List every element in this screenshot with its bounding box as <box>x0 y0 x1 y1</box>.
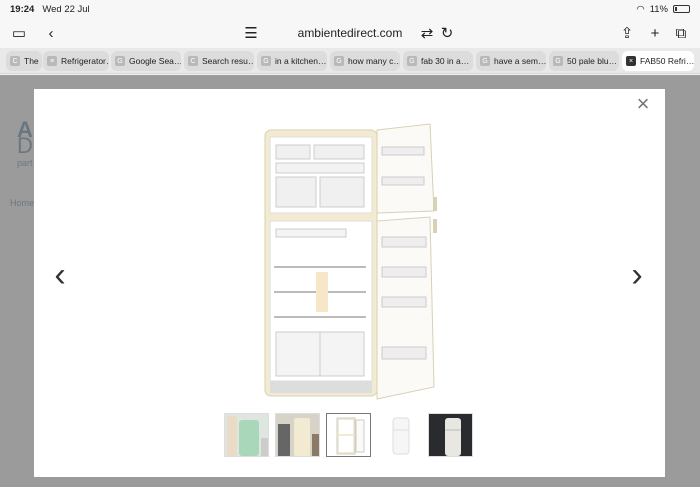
favicon-icon: G <box>480 56 490 66</box>
favicon-icon: G <box>261 56 271 66</box>
fridge-illustration <box>264 123 437 400</box>
new-tab-icon[interactable]: + <box>644 23 666 43</box>
tab-item[interactable]: C Search resu… <box>184 51 254 71</box>
tab-item[interactable]: Ghave a sem… <box>476 51 546 71</box>
product-image <box>262 117 442 402</box>
close-tab-icon[interactable]: × <box>626 56 636 66</box>
status-time: 19:24 <box>10 3 35 15</box>
thumbnail-open-fridge[interactable] <box>326 413 371 457</box>
favicon-icon: G <box>115 56 125 66</box>
thumbnail-white-fridge[interactable] <box>377 413 422 457</box>
thumbnail-dark-kitchen[interactable] <box>428 413 473 457</box>
wifi-icon: ◠ <box>636 3 645 15</box>
tab-label: FAB50 Refri… <box>640 56 694 66</box>
tab-item[interactable]: Gfab 30 in a… <box>403 51 473 71</box>
tab-item[interactable]: Gin a kitchen… <box>257 51 327 71</box>
back-icon[interactable]: ‹ <box>40 23 62 43</box>
favicon-icon: G <box>334 56 344 66</box>
thumbnail-image <box>276 414 319 456</box>
tab-item[interactable]: Ghow many c… <box>330 51 400 71</box>
favicon-icon: C <box>188 56 198 66</box>
tabs-overview-icon[interactable]: ⧉ <box>670 23 692 43</box>
tab-item[interactable]: G Google Sea… <box>111 51 181 71</box>
tab-label: The <box>24 56 39 66</box>
tab-label: in a kitchen… <box>275 56 327 66</box>
tab-label: have a sem… <box>494 56 546 66</box>
thumbnail-strip <box>224 413 473 458</box>
tab-item-active[interactable]: × FAB50 Refri… <box>622 51 694 71</box>
tab-label: Search resu… <box>202 56 254 66</box>
thumbnail-kitchen-mint[interactable] <box>224 413 269 457</box>
battery-icon <box>673 5 690 13</box>
thumbnail-image <box>429 414 472 456</box>
image-lightbox: × ‹ › <box>34 89 665 477</box>
thumbnail-image <box>225 414 268 456</box>
site-logo-part: D <box>17 133 33 158</box>
sidebar-icon[interactable]: ▭ <box>8 23 30 43</box>
tab-label: 50 pale blu… <box>567 56 618 66</box>
site-tagline: part <box>17 158 33 168</box>
favicon-icon: G <box>407 56 417 66</box>
favicon-icon: G <box>553 56 563 66</box>
close-icon[interactable]: × <box>633 93 653 115</box>
tab-item[interactable]: C The <box>6 51 42 71</box>
url-text: ambientedirect.com <box>297 26 403 40</box>
tab-label: Refrigerator… <box>61 56 109 66</box>
share-icon[interactable]: ⇪ <box>616 23 638 43</box>
tab-label: Google Sea… <box>129 56 181 66</box>
status-bar: 19:24 Wed 22 Jul ◠ 11% <box>0 0 700 18</box>
breadcrumb[interactable]: Home <box>10 198 34 208</box>
tab-bar: C The ≡ Refrigerator… G Google Sea… C Search… <box>0 48 700 74</box>
favicon-icon: C <box>10 56 20 66</box>
tab-item[interactable]: G 50 pale blu… <box>549 51 619 71</box>
reload-icon[interactable]: ↻ <box>436 23 458 43</box>
tab-label: how many c… <box>348 56 400 66</box>
thumbnail-kitchen-cream[interactable] <box>275 413 320 457</box>
battery-percent: 11% <box>649 3 668 15</box>
status-right: ◠ 11% <box>636 4 690 15</box>
tab-item[interactable]: ≡ Refrigerator… <box>43 51 109 71</box>
translate-icon[interactable]: ⇄ <box>416 23 438 43</box>
tab-label: fab 30 in a… <box>421 56 470 66</box>
browser-toolbar: ▭ ‹ ☰ ambientedirect.com ⇄ ↻ ⇪ + ⧉ <box>0 18 700 48</box>
prev-arrow-icon[interactable]: ‹ <box>50 257 70 297</box>
thumbnail-image <box>378 414 421 456</box>
favicon-icon: ≡ <box>47 56 57 66</box>
next-arrow-icon[interactable]: › <box>627 257 647 297</box>
thumbnail-image <box>327 414 370 456</box>
status-date: Wed 22 Jul <box>42 3 90 15</box>
